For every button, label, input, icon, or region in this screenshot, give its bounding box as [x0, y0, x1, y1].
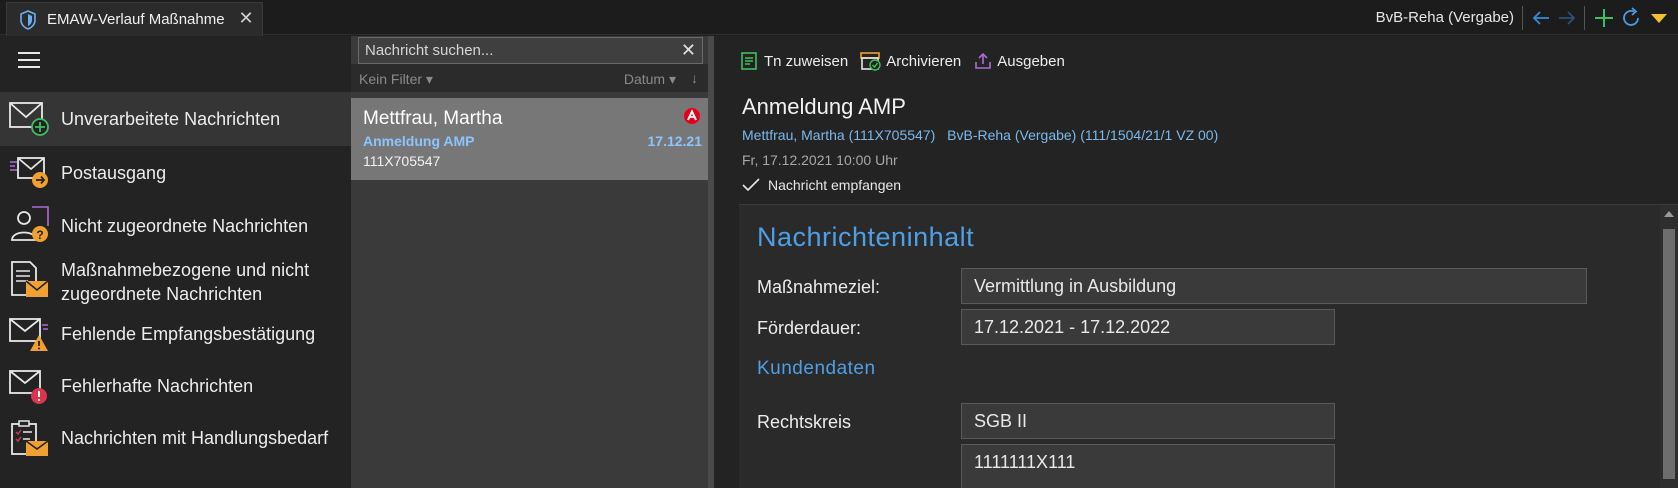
status-label: Nachricht empfangen: [768, 177, 902, 193]
check-icon: [742, 178, 760, 192]
section-title: Nachrichteninhalt: [757, 222, 975, 252]
shield-icon: [20, 9, 36, 30]
mail-error-icon: [9, 370, 47, 404]
document-tab[interactable]: EMAW-Verlauf Maßnahme ✕: [6, 2, 263, 36]
list-item[interactable]: Mettfrau, Martha Anmeldung AMP 17.12.21 …: [351, 98, 708, 180]
message-status: Nachricht empfangen: [742, 177, 901, 193]
search-box: ✕: [358, 37, 703, 64]
nav-item-nicht-zugeordnet[interactable]: ? Nicht zugeordnete Nachrichten: [0, 200, 351, 252]
scroll-thumb[interactable]: [1663, 229, 1675, 479]
mail-warning-icon: [9, 318, 48, 351]
nav-item-label-line2: zugeordnete Nachrichten: [61, 284, 263, 304]
assign-button[interactable]: Tn zuweisen: [740, 51, 848, 71]
legal-field: SGB II: [961, 403, 1335, 439]
context-label: BvB-Reha (Vergabe): [1375, 9, 1514, 26]
refresh-icon[interactable]: [1619, 6, 1643, 30]
back-arrow-icon[interactable]: [1529, 6, 1553, 30]
clipboard-mail-icon: [11, 420, 49, 456]
sort-dropdown[interactable]: Datum ▾: [624, 71, 676, 88]
archive-button[interactable]: Archivieren: [860, 51, 961, 71]
nav-item-fehlerhafte[interactable]: Fehlerhafte Nachrichten: [0, 360, 351, 412]
duration-field: 17.12.2021 - 17.12.2022: [961, 309, 1335, 345]
user-unknown-icon: ?: [11, 206, 49, 242]
filter-bar: Kein Filter ▾ Datum ▾ ↓: [351, 64, 708, 92]
nav-item-label: Fehlende Empfangsbestätigung: [61, 324, 316, 344]
action-toolbar: Tn zuweisen Archivieren Ausgeben: [740, 51, 1067, 71]
mail-add-icon: [9, 102, 49, 136]
duration-label: Förderdauer:: [757, 318, 862, 338]
close-tab-icon[interactable]: ✕: [238, 9, 254, 27]
toolbar-divider: [1522, 6, 1523, 30]
content-scrollbar[interactable]: [1660, 205, 1678, 488]
goal-field: Vermittlung in Ausbildung: [961, 268, 1587, 304]
message-sender: Mettfrau, Martha: [363, 108, 503, 129]
export-icon: [975, 52, 992, 69]
message-datetime: Fr, 17.12.2021 10:00 Uhr: [742, 152, 898, 168]
person-link[interactable]: Mettfrau, Martha (111X705547): [742, 127, 935, 143]
scroll-up-icon[interactable]: [1664, 211, 1674, 217]
nav-item-label-line1: Maßnahmebezogene und nicht: [61, 260, 310, 280]
nav-item-fehlende-empfangsbestaetigung[interactable]: Fehlende Empfangsbestätigung: [0, 308, 351, 360]
agency-logo-icon: [684, 108, 700, 124]
nav-item-label: Unverarbeitete Nachrichten: [61, 109, 281, 129]
goal-label: Maßnahmeziel:: [757, 277, 881, 297]
measure-link[interactable]: BvB-Reha (Vergabe) (111/1504/21/1 VZ 00): [947, 127, 1218, 143]
message-content: Nachrichteninhalt Maßnahmeziel: Vermittl…: [739, 204, 1678, 488]
message-date: 17.12.21: [647, 133, 703, 149]
nav-item-handlungsbedarf[interactable]: Nachrichten mit Handlungsbedarf: [0, 412, 351, 468]
next-field: 1111111X111: [961, 444, 1335, 488]
nav-item-massnahmebezogen[interactable]: Maßnahmebezogene und nicht zugeordnete N…: [0, 252, 351, 308]
message-list-panel: ✕ Kein Filter ▾ Datum ▾ ↓ Mettfrau, Mart…: [351, 36, 708, 488]
legal-label: Rechtskreis: [757, 412, 852, 432]
nav-item-label: Fehlerhafte Nachrichten: [61, 376, 254, 396]
sort-label: Datum: [623, 71, 666, 87]
assign-label: Tn zuweisen: [764, 52, 849, 70]
nav-item-label: Maßnahmebezogene und nicht zugeordnete N…: [61, 258, 309, 306]
assign-icon: [741, 52, 757, 70]
menu-icon[interactable]: [18, 52, 40, 70]
tab-title: EMAW-Verlauf Maßnahme: [47, 11, 225, 28]
message-detail: Tn zuweisen Archivieren Ausgeben Anmeldu…: [714, 36, 1678, 488]
sidebar: Unverarbeitete Nachrichten Postausgang ?…: [0, 36, 351, 488]
nav-item-postausgang[interactable]: Postausgang: [0, 146, 351, 200]
archive-icon: [860, 52, 881, 71]
document-mail-icon: [11, 261, 49, 297]
title-bar: EMAW-Verlauf Maßnahme ✕ BvB-Reha (Vergab…: [0, 0, 1678, 36]
forward-arrow-icon[interactable]: [1555, 6, 1579, 30]
chevron-down-icon[interactable]: [1647, 6, 1671, 30]
message-id: 111X705547: [363, 153, 441, 169]
svg-text:?: ?: [36, 228, 43, 242]
message-subject: Anmeldung AMP: [363, 133, 475, 149]
customer-data-title: Kundendaten: [757, 358, 876, 379]
add-icon[interactable]: [1592, 6, 1616, 30]
nav-item-label: Nicht zugeordnete Nachrichten: [61, 216, 309, 236]
nav-item-label: Postausgang: [61, 163, 167, 183]
export-button[interactable]: Ausgeben: [973, 51, 1065, 71]
nav-item-label: Nachrichten mit Handlungsbedarf: [61, 428, 329, 448]
archive-label: Archivieren: [886, 52, 962, 70]
export-label: Ausgeben: [997, 52, 1065, 70]
filter-label: Kein Filter: [359, 71, 423, 87]
filter-dropdown[interactable]: Kein Filter ▾: [359, 71, 433, 88]
sort-direction-icon[interactable]: ↓: [691, 70, 698, 86]
message-title: Anmeldung AMP: [742, 94, 906, 119]
mail-outbox-icon: [10, 157, 48, 188]
detail-links: Mettfrau, Martha (111X705547) BvB-Reha (…: [742, 127, 1226, 143]
search-input[interactable]: [359, 38, 702, 63]
toolbar-divider-2: [1584, 6, 1585, 30]
clear-search-icon[interactable]: ✕: [681, 40, 696, 61]
nav-item-unverarbeitete[interactable]: Unverarbeitete Nachrichten: [0, 92, 351, 146]
